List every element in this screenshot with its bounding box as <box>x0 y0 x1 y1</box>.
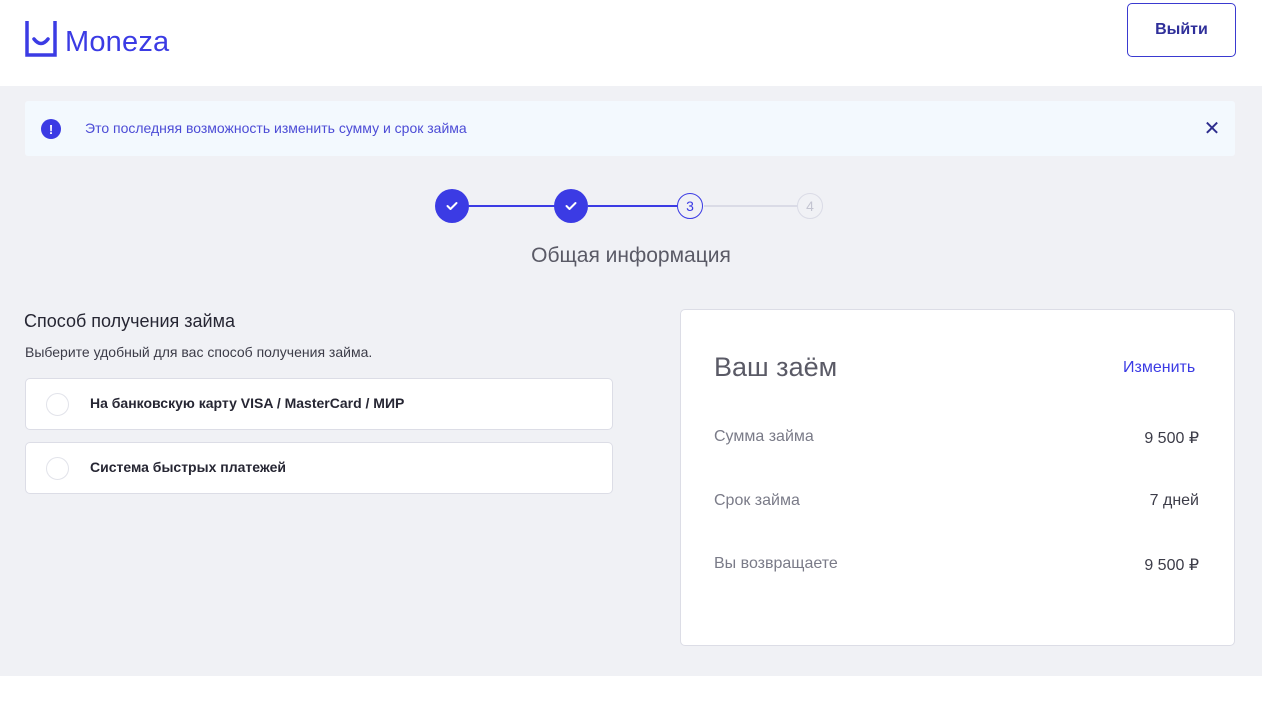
radio-button[interactable] <box>46 393 69 416</box>
radio-button[interactable] <box>46 457 69 480</box>
check-icon <box>565 202 577 210</box>
step-title: Общая информация <box>531 244 731 267</box>
logo-text: Moneza <box>65 26 170 58</box>
logo[interactable]: Moneza <box>25 7 169 61</box>
header: Moneza Выйти <box>0 0 1262 86</box>
loan-return-value: 9 500 ₽ <box>1144 557 1199 574</box>
alert-banner: ! Это последняя возможность изменить сум… <box>25 101 1235 156</box>
main-content: ! Это последняя возможность изменить сум… <box>0 86 1262 676</box>
loan-amount-label: Сумма займа <box>714 428 814 445</box>
check-icon <box>446 202 458 210</box>
option-label: Система быстрых платежей <box>90 459 286 475</box>
stepper-line <box>704 205 797 207</box>
loan-term-value: 7 дней <box>1149 492 1199 509</box>
exclamation-icon: ! <box>41 119 61 139</box>
alert-text: Это последняя возможность изменить сумму… <box>85 120 467 136</box>
option-label: На банковскую карту VISA / MasterCard / … <box>90 395 405 411</box>
receive-method-subtitle: Выберите удобный для вас способ получени… <box>25 344 373 360</box>
loan-return-label: Вы возвращаете <box>714 555 838 572</box>
option-fast-payments[interactable]: Система быстрых платежей <box>25 442 613 494</box>
step-3: 3 <box>677 193 703 219</box>
loan-amount-value: 9 500 ₽ <box>1144 430 1199 447</box>
step-1 <box>435 189 469 223</box>
stepper-line <box>588 205 677 207</box>
receive-method-title: Способ получения займа <box>24 311 235 331</box>
step-2 <box>554 189 588 223</box>
edit-loan-link[interactable]: Изменить <box>1123 359 1195 377</box>
loan-title: Ваш заём <box>714 352 838 382</box>
stepper: 3 4 <box>0 189 1262 223</box>
option-bank-card[interactable]: На банковскую карту VISA / MasterCard / … <box>25 378 613 430</box>
step-4: 4 <box>797 193 823 219</box>
loan-summary-card: Ваш заём Изменить Сумма займа 9 500 ₽ Ср… <box>680 309 1235 646</box>
logout-button[interactable]: Выйти <box>1127 3 1236 57</box>
close-icon[interactable]: ✕ <box>1202 116 1222 140</box>
loan-term-label: Срок займа <box>714 492 800 509</box>
logo-mark-icon <box>25 19 57 57</box>
stepper-line <box>468 205 556 207</box>
